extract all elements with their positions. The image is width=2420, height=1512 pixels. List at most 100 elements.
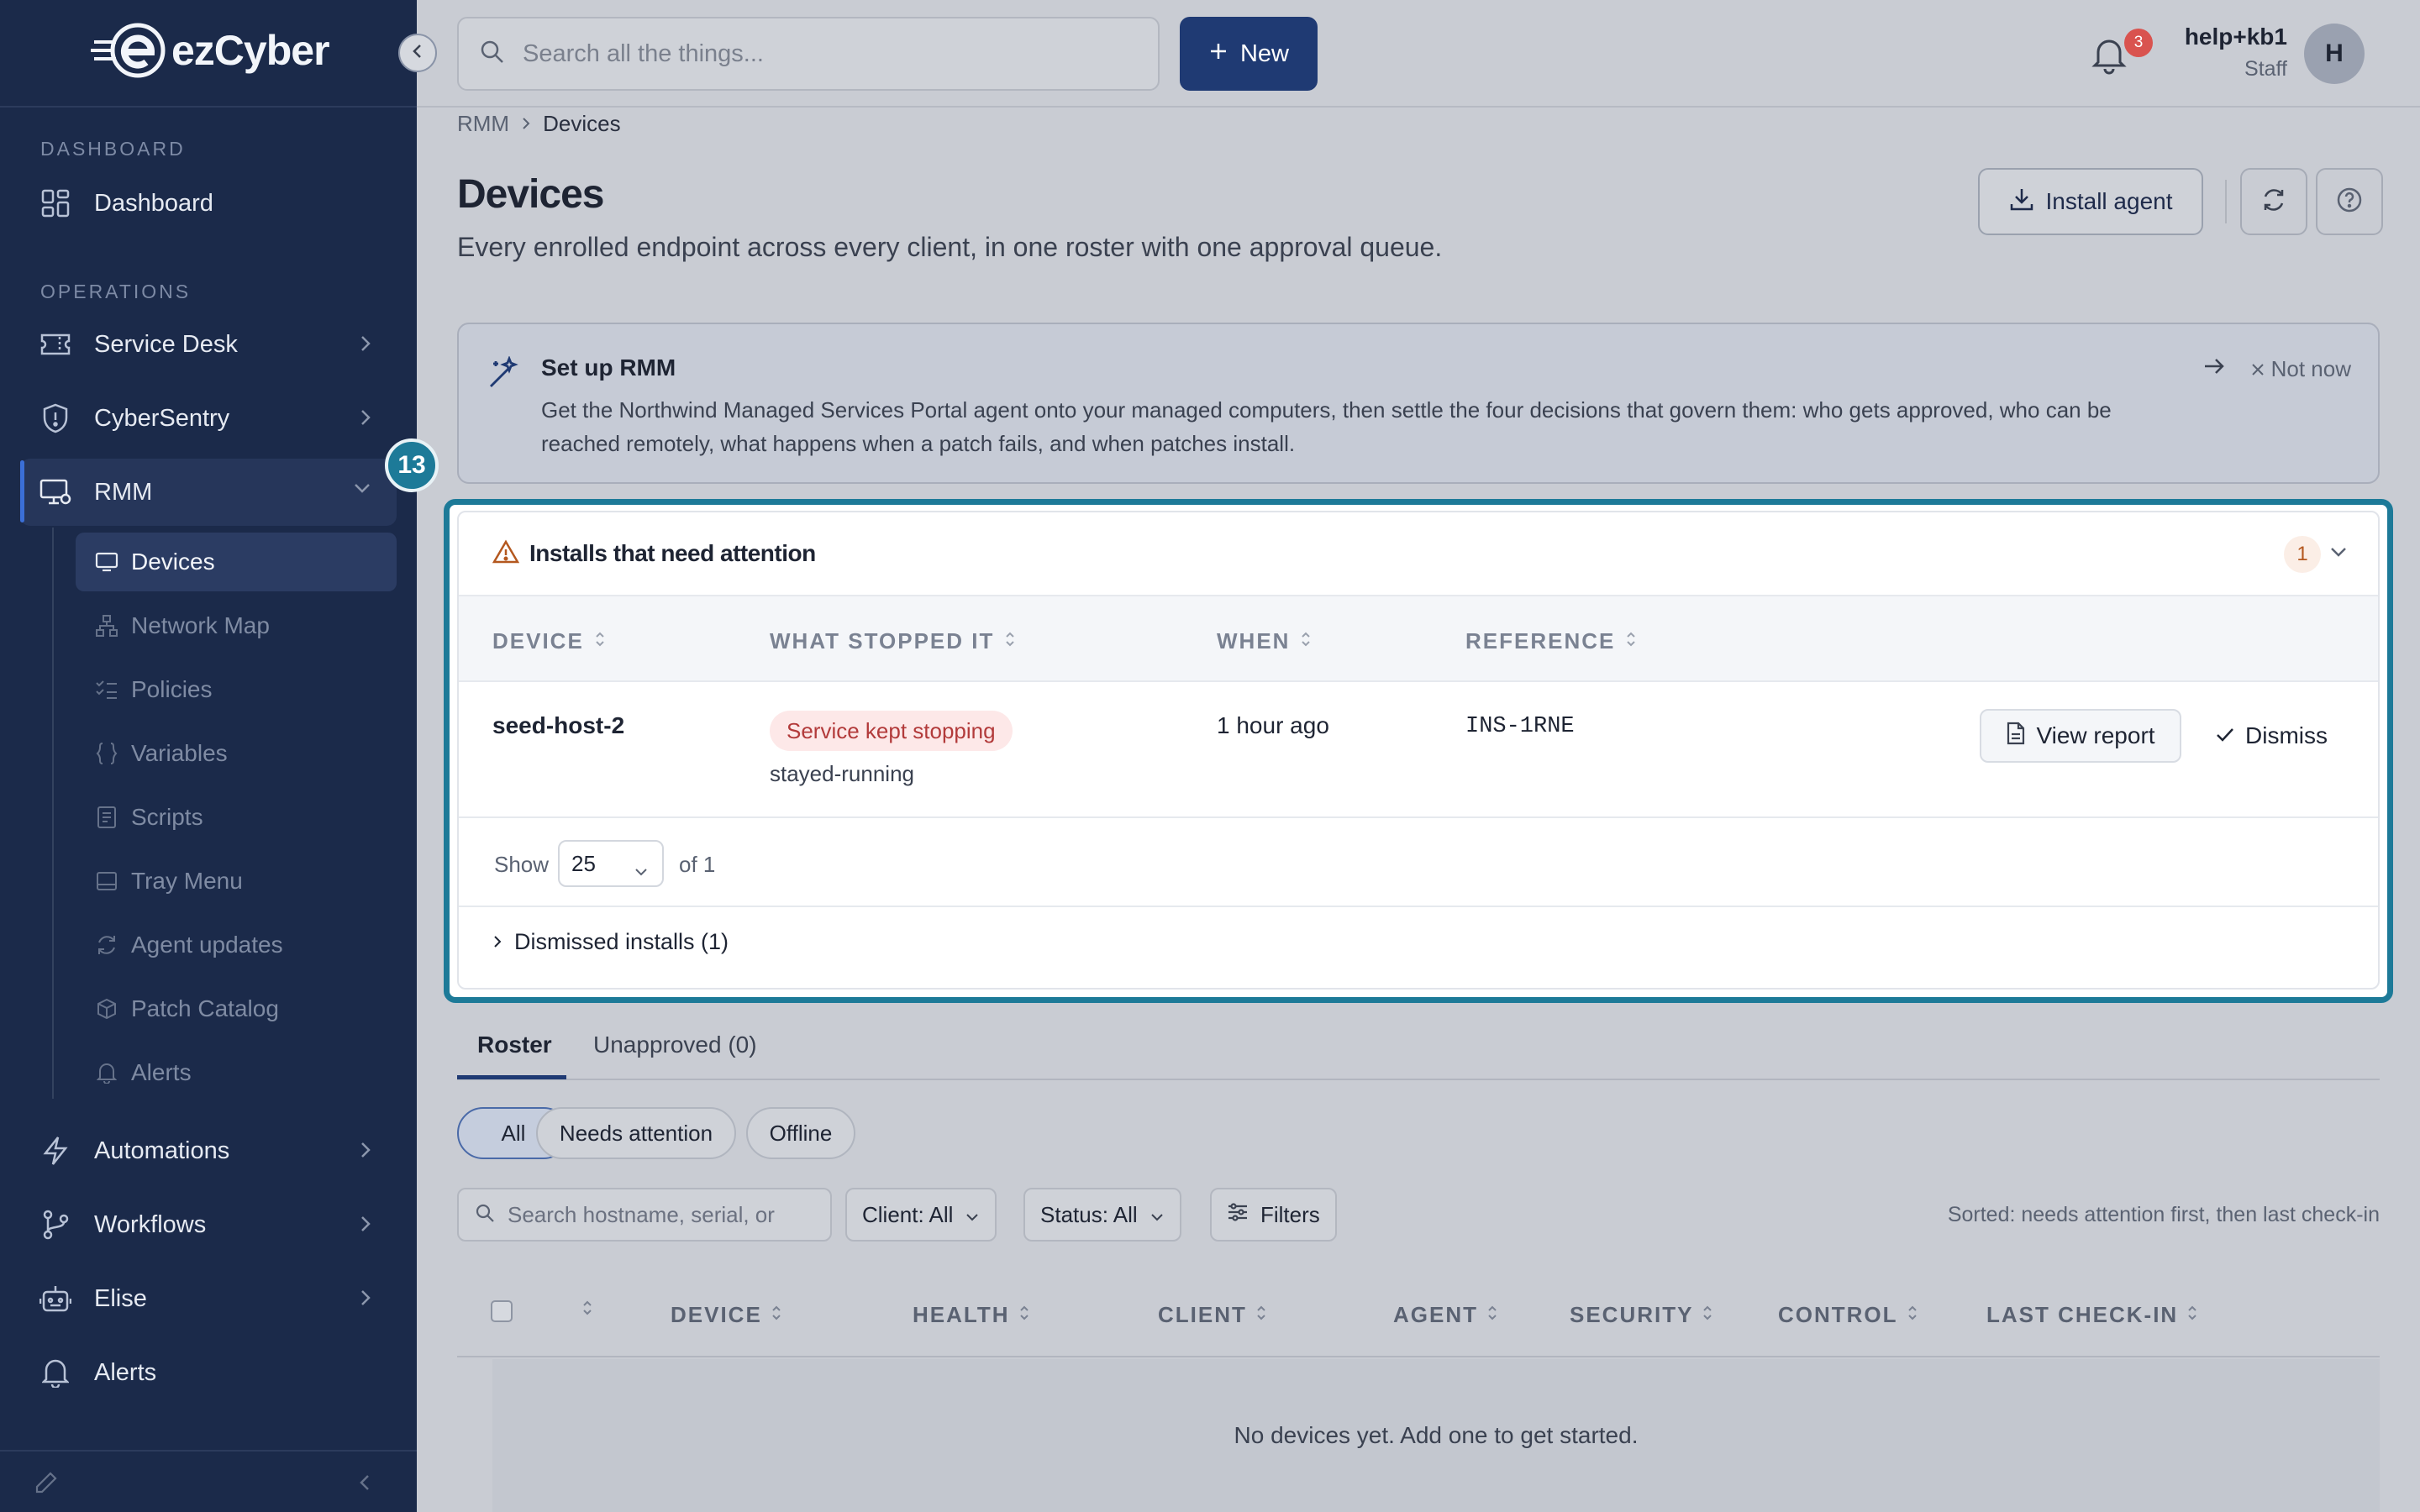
column-header-client[interactable]: CLIENT	[1158, 1302, 1267, 1328]
column-header-last-check-in[interactable]: LAST CHECK-IN	[1986, 1302, 2198, 1328]
sidebar-item-dashboard[interactable]: Dashboard	[20, 170, 397, 237]
column-header-reference[interactable]: REFERENCE	[1465, 628, 1637, 654]
checklist-icon	[94, 677, 119, 702]
column-header-device[interactable]: DEVICE	[492, 628, 606, 654]
column-header-device[interactable]: DEVICE	[671, 1302, 782, 1328]
filter-chip-needs-attention[interactable]: Needs attention	[536, 1107, 736, 1159]
client-filter-value: Client: All	[862, 1201, 954, 1227]
help-button[interactable]	[2316, 168, 2383, 235]
reason-detail: stayed-running	[770, 761, 914, 786]
help-circle-icon	[2336, 186, 2363, 218]
device-name[interactable]: seed-host-2	[492, 712, 624, 739]
page-subtitle: Every enrolled endpoint across every cli…	[457, 232, 1443, 262]
install-agent-button[interactable]: Install agent	[1978, 168, 2203, 235]
sidebar-collapse-button[interactable]	[398, 34, 437, 72]
logo[interactable]: ezCyber	[91, 20, 330, 81]
sidebar-item-label: Workflows	[94, 1210, 207, 1238]
edit-icon[interactable]	[34, 1470, 59, 1499]
installs-panel-header[interactable]: Installs that need attention 1	[459, 512, 2378, 595]
topbar: Search all the things... New 3 help+kb1 …	[417, 0, 2420, 108]
breadcrumb-current: Devices	[543, 111, 621, 136]
page-size-select[interactable]: 25	[558, 840, 664, 887]
dismissed-installs-toggle[interactable]: Dismissed installs (1)	[492, 929, 729, 955]
search-placeholder: Search all the things...	[523, 39, 764, 67]
sidebar-subitem-scripts[interactable]: Scripts	[76, 788, 397, 847]
bell-icon	[94, 1060, 119, 1085]
not-now-button[interactable]: Not now	[2251, 356, 2351, 382]
refresh-button[interactable]	[2240, 168, 2307, 235]
status-badge: Service kept stopping	[770, 711, 1013, 751]
installs-panel-title: Installs that need attention	[529, 540, 816, 566]
not-now-label: Not now	[2270, 356, 2351, 381]
sidebar-item-label: Dashboard	[94, 189, 213, 217]
sidebar-item-automations[interactable]: Automations	[20, 1117, 397, 1184]
status-filter-select[interactable]: Status: All	[1023, 1188, 1181, 1242]
arrow-right-icon[interactable]	[2202, 356, 2226, 382]
tray-icon	[94, 869, 119, 894]
sort-icon[interactable]	[581, 1299, 593, 1321]
setup-actions: Not now	[2202, 356, 2351, 382]
select-all-checkbox[interactable]	[491, 1300, 513, 1322]
view-report-button[interactable]: View report	[1980, 709, 2181, 763]
sort-icon	[1300, 628, 1312, 654]
chevron-right-icon	[521, 111, 531, 137]
monitor-settings-icon	[37, 474, 74, 511]
column-label: SECURITY	[1570, 1302, 1694, 1327]
sidebar-item-elise[interactable]: Elise	[20, 1265, 397, 1332]
sidebar-subitem-label: Policies	[131, 676, 213, 702]
pagination: Show 25 of 1	[459, 818, 2378, 907]
sidebar-subitem-agent-updates[interactable]: Agent updates	[76, 916, 397, 974]
column-header-control[interactable]: CONTROL	[1778, 1302, 1918, 1328]
sidebar-item-label: CyberSentry	[94, 404, 230, 432]
filters-button[interactable]: Filters	[1210, 1188, 1337, 1242]
sidebar-item-alerts[interactable]: Alerts	[20, 1339, 397, 1406]
column-header-when[interactable]: WHEN	[1217, 628, 1312, 654]
package-icon	[94, 996, 119, 1021]
setup-description: Get the Northwind Managed Services Porta…	[541, 397, 2112, 456]
sidebar-item-workflows[interactable]: Workflows	[20, 1191, 397, 1258]
chevron-down-icon[interactable]	[2329, 546, 2348, 562]
device-search-input[interactable]: Search hostname, serial, or	[457, 1188, 832, 1242]
sidebar-subitem-label: Patch Catalog	[131, 995, 279, 1021]
active-tab-underline	[457, 1075, 566, 1079]
breadcrumb-parent[interactable]: RMM	[457, 111, 509, 137]
plus-icon	[1208, 40, 1228, 68]
column-header-security[interactable]: SECURITY	[1570, 1302, 1713, 1328]
sidebar-subitem-network-map[interactable]: Network Map	[76, 596, 397, 655]
sidebar-item-rmm[interactable]: RMM	[20, 459, 397, 526]
sort-icon	[1004, 628, 1016, 654]
column-label: LAST CHECK-IN	[1986, 1302, 2179, 1327]
dismiss-button[interactable]: Dismiss	[2215, 722, 2328, 749]
sidebar-subitem-devices[interactable]: Devices	[76, 533, 397, 591]
column-header-health[interactable]: HEALTH	[913, 1302, 1030, 1328]
active-indicator	[20, 460, 24, 522]
avatar[interactable]: H	[2304, 24, 2365, 84]
close-icon	[2251, 356, 2265, 382]
sidebar-subitem-patch-catalog[interactable]: Patch Catalog	[76, 979, 397, 1038]
sidebar-subitem-variables[interactable]: Variables	[76, 724, 397, 783]
sidebar-subitem-alerts[interactable]: Alerts	[76, 1043, 397, 1102]
workflow-icon	[37, 1206, 74, 1243]
sidebar-item-cybersentry[interactable]: CyberSentry	[20, 385, 397, 452]
column-header-agent[interactable]: AGENT	[1393, 1302, 1498, 1328]
global-search-input[interactable]: Search all the things...	[457, 17, 1160, 91]
magic-wand-icon	[487, 355, 521, 394]
refresh-icon	[2260, 186, 2287, 218]
grid-icon	[37, 185, 74, 222]
sidebar-item-service-desk[interactable]: Service Desk	[20, 311, 397, 378]
filter-chip-offline[interactable]: Offline	[746, 1107, 855, 1159]
section-label-operations: OPERATIONS	[40, 281, 192, 302]
client-filter-select[interactable]: Client: All	[845, 1188, 997, 1242]
sidebar-subitem-policies[interactable]: Policies	[76, 660, 397, 719]
search-icon	[474, 1202, 496, 1228]
column-header-what-stopped[interactable]: WHAT STOPPED IT	[770, 628, 1016, 654]
column-label: CONTROL	[1778, 1302, 1898, 1327]
installs-count-badge: 1	[2284, 536, 2321, 573]
new-button[interactable]: New	[1180, 17, 1318, 91]
tab-unapproved[interactable]: Unapproved (0)	[593, 1032, 757, 1058]
breadcrumb: RMM Devices	[457, 111, 621, 137]
sidebar-subitem-tray-menu[interactable]: Tray Menu	[76, 852, 397, 911]
collapse-left-icon[interactable]	[358, 1473, 371, 1496]
user-name: help+kb1	[2184, 24, 2287, 50]
tab-roster[interactable]: Roster	[477, 1032, 552, 1058]
